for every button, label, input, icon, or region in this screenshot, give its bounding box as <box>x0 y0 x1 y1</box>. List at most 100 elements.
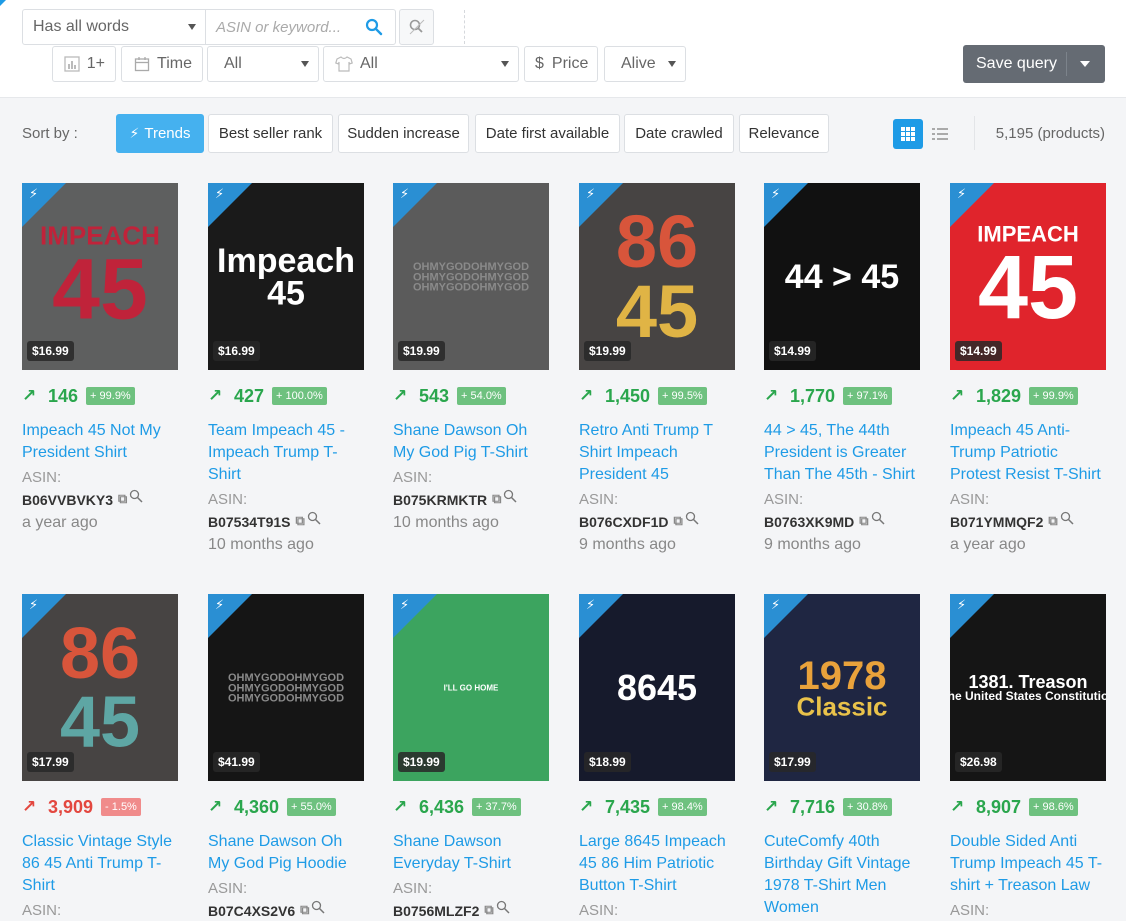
product-card[interactable]: 8645 ⚡ $18.99 ↗ 7,435 + 98.4% Large 8645 Impea… <box>579 594 735 921</box>
search-icon[interactable] <box>871 511 885 533</box>
match-mode-select[interactable]: Has all words <box>22 9 206 45</box>
external-link-icon[interactable]: ⧉ <box>673 511 682 533</box>
product-image[interactable]: IMPEACH 45 ⚡ $16.99 <box>22 183 178 370</box>
product-image[interactable]: I'LL GO HOME ⚡ $19.99 <box>393 594 549 781</box>
sort-date-crawled-button[interactable]: Date crawled <box>624 114 734 153</box>
sort-sudden-increase-button[interactable]: Sudden increase <box>338 114 469 153</box>
product-card[interactable]: I'LL GO HOME ⚡ $19.99 ↗ 6,436 + 37.7% Shane Da… <box>393 594 549 921</box>
search-icon[interactable] <box>129 489 143 511</box>
sort-best-seller-rank-button[interactable]: Best seller rank <box>208 114 333 153</box>
product-card[interactable]: 1381. TreasonThe United States Constitut… <box>950 594 1106 921</box>
asin-value: B0763XK9MD <box>764 514 855 530</box>
price-badge: $19.99 <box>398 341 445 361</box>
time-filter[interactable]: Time <box>121 46 203 82</box>
search-icon[interactable] <box>496 900 510 921</box>
trend-up-icon: ↗ <box>950 797 965 817</box>
product-image[interactable]: 86 45 ⚡ $17.99 <box>22 594 178 781</box>
product-card[interactable]: OHMYGODOHMYGOD OHMYGODOHMYGOD OHMYGODOHMYG… <box>208 594 364 921</box>
rank-change-badge: + 54.0% <box>457 387 506 405</box>
search-icon[interactable] <box>307 511 321 533</box>
product-title-link[interactable]: Shane Dawson Oh My God Pig T-Shirt <box>393 420 549 464</box>
external-link-icon[interactable]: ⧉ <box>300 900 309 921</box>
search-icon[interactable] <box>311 900 325 921</box>
external-link-icon[interactable]: ⧉ <box>118 489 127 511</box>
sort-relevance-button[interactable]: Relevance <box>739 114 829 153</box>
external-link-icon[interactable]: ⧉ <box>296 511 305 533</box>
save-query-button[interactable]: Save query <box>963 45 1105 83</box>
product-title-link[interactable]: 44 > 45, The 44th President is Greater T… <box>764 420 920 486</box>
search-input-wrap[interactable]: ASIN or keyword... <box>205 9 396 45</box>
external-link-icon[interactable]: ⧉ <box>492 489 501 511</box>
product-title-link[interactable]: Double Sided Anti Trump Impeach 45 T-shi… <box>950 831 1106 897</box>
date-first-available: a year ago <box>950 536 1026 553</box>
rank-row: ↗ 4,360 + 55.0% <box>208 795 336 819</box>
asin-value-row: B075KRMKTR ⧉ <box>393 489 549 511</box>
grid-view-button[interactable] <box>893 119 923 149</box>
trend-up-icon: ↗ <box>208 386 223 406</box>
sort-date-first-available-button[interactable]: Date first available <box>475 114 620 153</box>
product-title-link[interactable]: CuteComfy 40th Birthday Gift Vintage 197… <box>764 831 920 919</box>
date-first-available: a year ago <box>22 514 98 531</box>
rank-change-badge: - 1.5% <box>101 798 141 816</box>
search-icon[interactable] <box>365 18 383 41</box>
price-badge: $14.99 <box>769 341 816 361</box>
sales-rank: 1,770 <box>790 385 836 406</box>
search-icon[interactable] <box>503 489 517 511</box>
asin-value-row: B071YMMQF2 ⧉ <box>950 511 1106 533</box>
search-input[interactable]: ASIN or keyword... <box>216 19 341 36</box>
product-type-select[interactable]: All <box>323 46 519 82</box>
price-badge: $19.99 <box>584 341 631 361</box>
product-image[interactable]: OHMYGODOHMYGOD OHMYGODOHMYGOD OHMYGODOHMYG… <box>393 183 549 370</box>
calendar-icon <box>132 54 151 74</box>
product-title-link[interactable]: Team Impeach 45 - Impeach Trump T-Shirt <box>208 420 364 486</box>
trend-up-icon: ↗ <box>579 797 594 817</box>
external-link-icon[interactable]: ⧉ <box>859 511 868 533</box>
product-meta: ASIN: B071YMMQF2 ⧉ a year ago <box>950 489 1106 557</box>
status-select[interactable]: Alive <box>604 46 686 82</box>
product-card[interactable]: 1978 Classic ⚡ $17.99 ↗ 7,716 + 30.8% CuteComfy… <box>764 594 920 921</box>
product-title-link[interactable]: Impeach 45 Not My President Shirt <box>22 420 178 464</box>
rank-row: ↗ 6,436 + 37.7% <box>393 795 521 819</box>
external-link-icon[interactable]: ⧉ <box>1048 511 1057 533</box>
list-view-button[interactable] <box>925 119 955 149</box>
product-image[interactable]: 8645 ⚡ $18.99 <box>579 594 735 781</box>
rank-filter[interactable]: 1+ <box>52 46 116 82</box>
category-select[interactable]: All <box>207 46 319 82</box>
rank-change-badge: + 98.6% <box>1029 798 1078 816</box>
product-meta: ASIN: <box>22 900 178 921</box>
product-title-link[interactable]: Impeach 45 Anti-Trump Patriotic Protest … <box>950 420 1106 486</box>
product-image[interactable]: 86 45 ⚡ $19.99 <box>579 183 735 370</box>
rank-filter-value: 1+ <box>86 55 105 72</box>
product-title-link[interactable]: Shane Dawson Oh My God Pig Hoodie <box>208 831 364 875</box>
product-image[interactable]: IMPEACH 45 ⚡ $14.99 <box>950 183 1106 370</box>
product-meta: ASIN: B0756MLZF2 ⧉ <box>393 878 549 921</box>
dollar-icon: $ <box>535 55 544 72</box>
external-link-icon[interactable]: ⧉ <box>484 900 493 921</box>
product-title-link[interactable]: Large 8645 Impeach 45 86 Him Patriotic B… <box>579 831 735 897</box>
product-title-link[interactable]: Retro Anti Trump T Shirt Impeach Preside… <box>579 420 735 486</box>
lightning-icon: ⚡ <box>771 598 781 613</box>
time-filter-label: Time <box>157 55 192 72</box>
sort-trends-button[interactable]: ⚡ Trends <box>116 114 204 153</box>
artwork-text: 45 <box>978 238 1078 338</box>
product-image[interactable]: 44 > 45 ⚡ $14.99 <box>764 183 920 370</box>
asin-value: B07534T91S <box>208 514 291 530</box>
chevron-down-icon[interactable] <box>1080 61 1090 67</box>
product-image[interactable]: 1978 Classic ⚡ $17.99 <box>764 594 920 781</box>
search-icon[interactable] <box>1060 511 1074 533</box>
save-query-label: Save query <box>976 55 1057 72</box>
product-title-link[interactable]: Shane Dawson Everyday T-Shirt <box>393 831 549 875</box>
product-image[interactable]: Impeach 45 ⚡ $16.99 <box>208 183 364 370</box>
product-image[interactable]: OHMYGODOHMYGOD OHMYGODOHMYGOD OHMYGODOHMYG… <box>208 594 364 781</box>
rank-row: ↗ 427 + 100.0% <box>208 384 327 408</box>
price-badge: $16.99 <box>27 341 74 361</box>
search-clear-button[interactable] <box>399 9 434 45</box>
asin-label: ASIN: <box>393 469 433 486</box>
product-image[interactable]: 1381. TreasonThe United States Constitut… <box>950 594 1106 781</box>
product-card[interactable]: 86 45 ⚡ $17.99 ↗ 3,909- 1.5% Classic Vintage S… <box>22 594 178 921</box>
product-type-value: All <box>360 55 378 72</box>
product-title-link[interactable]: Classic Vintage Style 86 45 Anti Trump T… <box>22 831 178 897</box>
search-icon[interactable] <box>685 511 699 533</box>
price-filter[interactable]: $ Price <box>524 46 598 82</box>
lightning-icon: ⚡ <box>215 187 225 202</box>
